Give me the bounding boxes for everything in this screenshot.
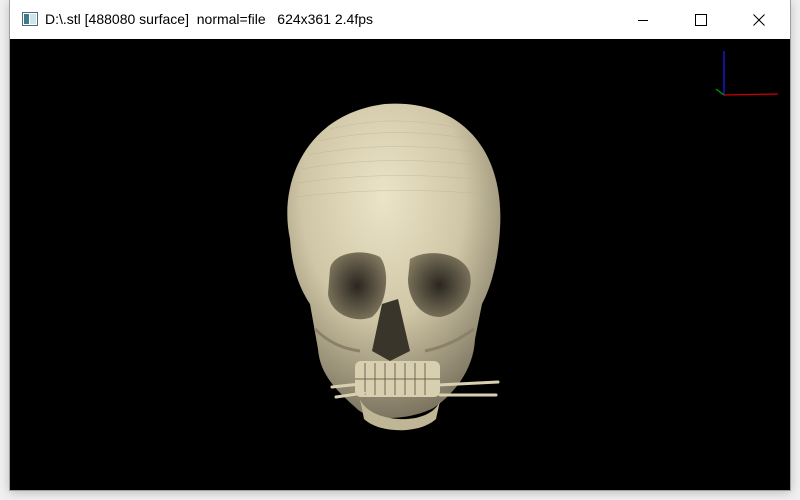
orientation-axes xyxy=(715,51,779,96)
title-bar[interactable]: D:\.stl [488080 surface] normal=file 624… xyxy=(10,0,790,39)
close-button[interactable] xyxy=(730,0,788,39)
skull-mesh[interactable] xyxy=(260,89,520,434)
minimize-icon xyxy=(638,19,648,21)
maximize-button[interactable] xyxy=(672,0,730,39)
app-window: D:\.stl [488080 surface] normal=file 624… xyxy=(10,0,790,490)
x-axis xyxy=(723,93,779,96)
y-axis xyxy=(715,88,725,96)
window-title: D:\.stl [488080 surface] normal=file 624… xyxy=(45,11,374,27)
app-icon xyxy=(22,11,38,27)
minimize-button[interactable] xyxy=(614,0,672,39)
maximize-icon xyxy=(695,13,707,26)
render-viewport[interactable] xyxy=(10,39,790,490)
close-icon xyxy=(753,13,765,26)
